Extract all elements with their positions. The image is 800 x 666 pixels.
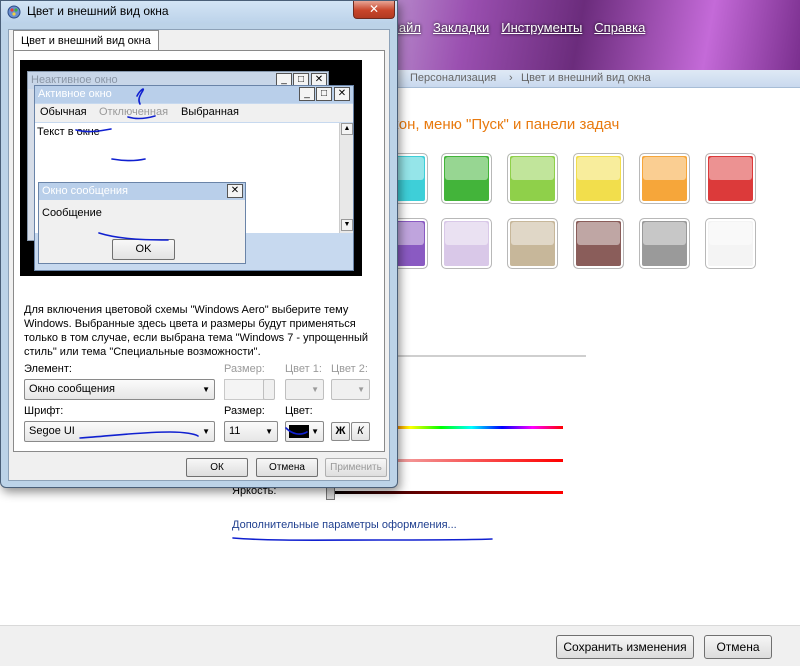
bottom-bar: Сохранить изменения Отмена	[0, 625, 800, 666]
font-label: Шрифт:	[24, 405, 64, 417]
font-color-label: Цвет:	[285, 405, 313, 417]
color2-label: Цвет 2:	[331, 363, 368, 375]
font-size-label: Размер:	[224, 405, 265, 417]
preview-active-title-bar[interactable]: Активное окно _ □ ✕	[35, 86, 353, 103]
menu-help[interactable]: Справка	[594, 20, 645, 38]
preview-message-box-title-bar[interactable]: Окно сообщения ✕	[39, 183, 245, 200]
font-dropdown[interactable]: Segoe UI ▼	[24, 421, 215, 442]
intensity-slider-track[interactable]	[390, 355, 586, 357]
preview-active-title: Активное окно	[38, 88, 112, 100]
color-swatch-tan[interactable]	[507, 218, 558, 269]
close-button[interactable]: ✕	[353, 1, 395, 19]
minimize-icon: _	[299, 87, 315, 101]
maximize-icon: □	[316, 87, 332, 101]
scroll-down-icon: ▼	[341, 219, 353, 231]
chevron-down-icon: ▼	[357, 385, 365, 394]
chevron-down-icon: ▼	[311, 427, 319, 436]
color1-label: Цвет 1:	[285, 363, 322, 375]
preview-message-text: Сообщение	[42, 207, 102, 219]
cancel-button[interactable]: Отмена	[256, 458, 318, 477]
element-dropdown-value: Окно сообщения	[29, 383, 115, 395]
dialog-title: Цвет и внешний вид окна	[27, 4, 169, 18]
saturation-slider-track[interactable]	[380, 459, 563, 462]
preview-window-text: Текст в окне	[37, 126, 100, 138]
close-icon: ✕	[334, 87, 350, 101]
font-dropdown-value: Segoe UI	[29, 425, 75, 437]
bold-button[interactable]: Ж	[331, 422, 350, 441]
chevron-down-icon: ▼	[311, 385, 319, 394]
preview-ok-button[interactable]: OK	[112, 239, 175, 260]
breadcrumb-separator: ›	[509, 72, 513, 84]
preview-scrollbar[interactable]: ▲ ▼	[339, 123, 353, 233]
menu-tools[interactable]: Инструменты	[501, 20, 582, 38]
size-spinner[interactable]	[224, 379, 264, 400]
close-icon: ✕	[227, 184, 243, 198]
preview-menu-selected[interactable]: Выбранная	[181, 106, 239, 118]
menu-bar: Файл Закладки Инструменты Справка	[389, 20, 645, 38]
tab-color-appearance[interactable]: Цвет и внешний вид окна	[13, 30, 159, 51]
color-swatch-brown[interactable]	[573, 218, 624, 269]
preview-message-box-title: Окно сообщения	[42, 185, 128, 197]
chevron-down-icon: ▼	[265, 427, 273, 436]
breadcrumb: Персонализация › Цвет и внешний вид окна	[395, 70, 800, 88]
scroll-up-icon: ▲	[341, 123, 353, 135]
save-changes-button[interactable]: Сохранить изменения	[556, 635, 694, 659]
brightness-slider-track[interactable]	[330, 491, 563, 494]
font-size-value: 11	[229, 425, 241, 437]
chevron-down-icon: ▼	[202, 427, 210, 436]
color-swatch-gray[interactable]	[639, 218, 690, 269]
palette-icon	[6, 4, 22, 20]
cancel-button[interactable]: Отмена	[704, 635, 772, 659]
preview-message-box[interactable]: Окно сообщения ✕ Сообщение OK	[38, 182, 246, 264]
hue-slider-track[interactable]	[380, 426, 563, 429]
menu-bookmarks[interactable]: Закладки	[433, 20, 489, 38]
color-swatch-orange[interactable]	[639, 153, 690, 204]
preview-active-window[interactable]: Активное окно _ □ ✕ Обычная Отключенная …	[34, 85, 354, 271]
tab-panel: Неактивное окно _ □ ✕ Активное окно _ □ …	[13, 50, 385, 452]
page-heading: кон, меню "Пуск" и панели задач	[392, 116, 620, 133]
apply-button[interactable]: Применить	[325, 458, 387, 477]
italic-button[interactable]: К	[351, 422, 370, 441]
preview-menu-normal[interactable]: Обычная	[40, 106, 87, 118]
dialog-title-bar[interactable]: Цвет и внешний вид окна ✕	[1, 1, 397, 23]
size-spin-arrows[interactable]	[263, 379, 275, 400]
color-swatch-yellow[interactable]	[573, 153, 624, 204]
breadcrumb-personalization[interactable]: Персонализация	[410, 72, 496, 84]
font-size-dropdown[interactable]: 11 ▼	[224, 421, 278, 442]
ok-button[interactable]: ОК	[186, 458, 248, 477]
element-dropdown[interactable]: Окно сообщения ▼	[24, 379, 215, 400]
color-swatch-white[interactable]	[705, 218, 756, 269]
color-appearance-dialog: Цвет и внешний вид окна ✕ Цвет и внешний…	[0, 0, 398, 488]
dialog-client-area: Цвет и внешний вид окна Неактивное окно …	[8, 29, 390, 481]
color-swatch-red[interactable]	[705, 153, 756, 204]
color1-picker[interactable]: ▼	[285, 379, 324, 400]
font-color-picker[interactable]: ▼	[285, 421, 324, 442]
color2-picker[interactable]: ▼	[331, 379, 370, 400]
color-swatch-green[interactable]	[441, 153, 492, 204]
theme-preview[interactable]: Неактивное окно _ □ ✕ Активное окно _ □ …	[20, 60, 362, 276]
preview-menu-disabled[interactable]: Отключенная	[99, 106, 168, 118]
breadcrumb-color-appearance: Цвет и внешний вид окна	[521, 72, 651, 84]
chevron-down-icon: ▼	[202, 385, 210, 394]
color-swatch-lime[interactable]	[507, 153, 558, 204]
color-swatch-lavender[interactable]	[441, 218, 492, 269]
preview-menu-bar[interactable]: Обычная Отключенная Выбранная	[35, 104, 353, 122]
aero-description: Для включения цветовой схемы "Windows Ae…	[24, 304, 369, 358]
size-label: Размер:	[224, 363, 265, 375]
font-color-swatch	[289, 425, 309, 438]
element-label: Элемент:	[24, 363, 72, 375]
advanced-settings-link[interactable]: Дополнительные параметры оформления...	[232, 519, 457, 531]
